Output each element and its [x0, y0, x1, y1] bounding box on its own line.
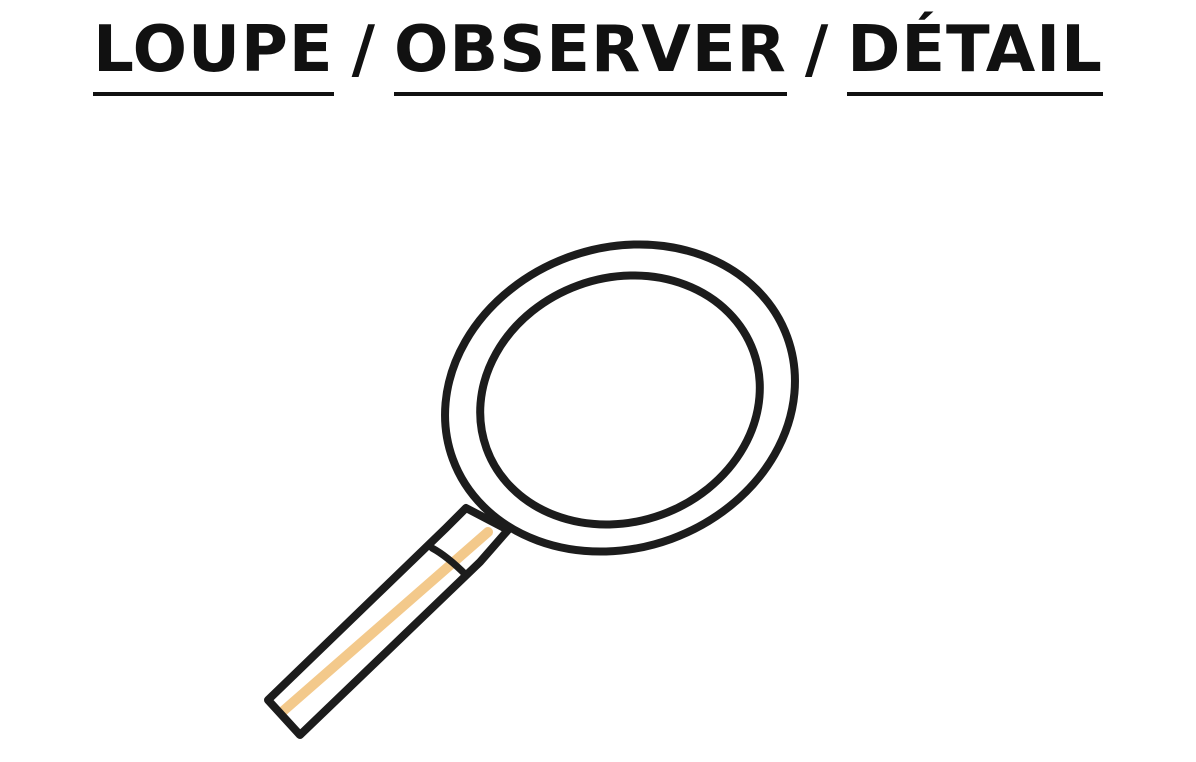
title-separator-2: /: [804, 13, 830, 87]
rim-highlight: [570, 410, 787, 550]
title-word-detail: DÉTAIL: [847, 18, 1103, 96]
handle-ferrule: [428, 544, 470, 579]
page: LOUPE / OBSERVER / DÉTAIL: [0, 0, 1196, 762]
handle-highlight: [277, 527, 493, 717]
magnifying-glass-icon: [264, 240, 799, 739]
title-word-loupe: LOUPE: [93, 18, 334, 96]
title-separator-1: /: [351, 13, 377, 87]
lens-rim-outer: [441, 240, 799, 556]
lens-inner: [476, 271, 764, 529]
handle: [264, 504, 512, 739]
title-row: LOUPE / OBSERVER / DÉTAIL: [0, 18, 1196, 108]
title-word-observer: OBSERVER: [394, 18, 787, 96]
